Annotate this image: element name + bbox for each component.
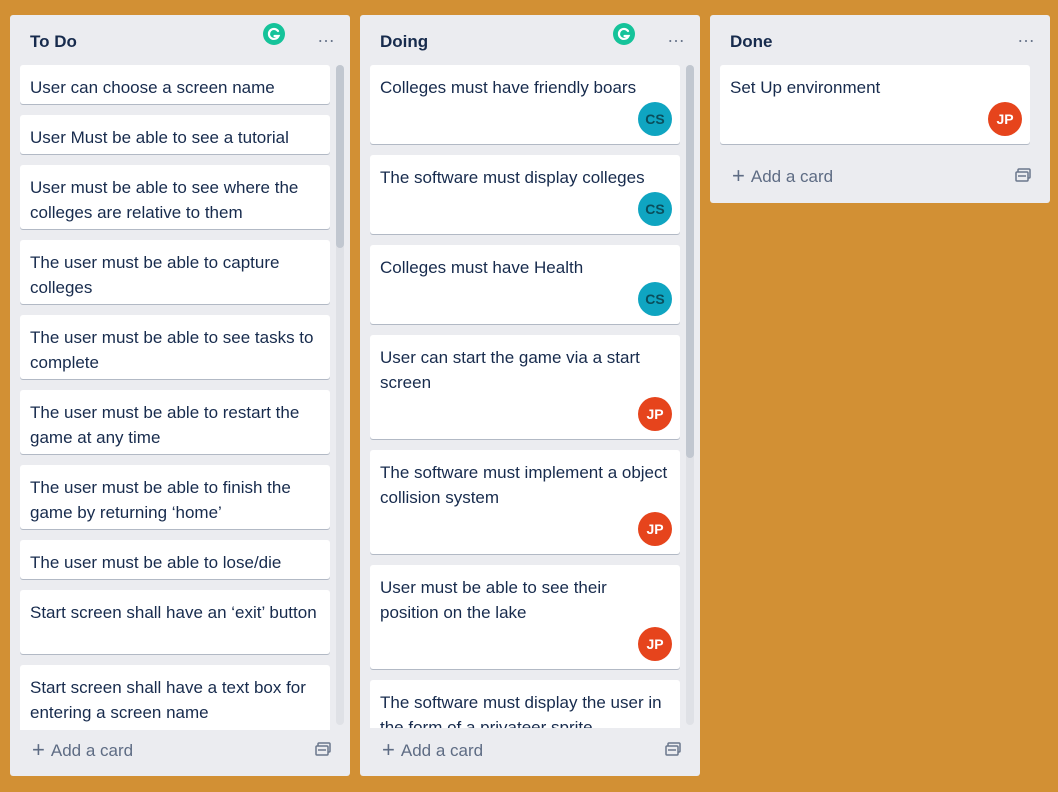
card[interactable]: User must be able to see their position … — [370, 565, 680, 669]
card-title: Colleges must have Health — [380, 258, 584, 277]
scrollbar-thumb[interactable] — [686, 65, 694, 458]
card-title: Colleges must have friendly boars — [380, 78, 637, 97]
card-title: The user must be able to lose/die — [30, 553, 282, 572]
card[interactable]: Start screen shall have an ‘exit’ button — [20, 590, 330, 654]
card-list: Colleges must have friendly boars CS The… — [370, 65, 680, 728]
list-done: Done … Set Up environment JP + Add a card — [710, 15, 1050, 203]
list-header[interactable]: Done … — [710, 15, 1050, 65]
card[interactable]: The software must display the user in th… — [370, 680, 680, 728]
more-options-icon[interactable]: … — [317, 27, 336, 45]
card[interactable]: The user must be able to finish the game… — [20, 465, 330, 529]
more-options-icon[interactable]: … — [1017, 27, 1036, 45]
card-list: Set Up environment JP — [720, 65, 1030, 147]
card-title: Start screen shall have a text box for e… — [30, 678, 306, 722]
card[interactable]: Set Up environment JP — [720, 65, 1030, 144]
card-title: The user must be able to finish the game… — [30, 478, 291, 522]
list-title[interactable]: Done — [730, 32, 773, 52]
add-card-button[interactable]: + Add a card — [382, 737, 483, 763]
card[interactable]: The user must be able to restart the gam… — [20, 390, 330, 454]
avatar[interactable]: JP — [638, 397, 672, 431]
card[interactable]: Colleges must have friendly boars CS — [370, 65, 680, 144]
plus-icon: + — [32, 737, 45, 762]
list-doing: Doing … Colleges must have friendly boar… — [360, 15, 700, 776]
add-card-label: Add a card — [750, 167, 834, 186]
card[interactable]: Start screen shall have a text box for e… — [20, 665, 330, 730]
list-header[interactable]: Doing … — [360, 15, 700, 65]
avatar[interactable]: JP — [638, 512, 672, 546]
plus-icon: + — [732, 163, 745, 188]
add-card-label: Add a card — [400, 741, 484, 760]
card-template-icon[interactable] — [665, 742, 681, 756]
avatar[interactable]: CS — [638, 102, 672, 136]
card[interactable]: User can choose a screen name — [20, 65, 330, 104]
card[interactable]: The software must display colleges CS — [370, 155, 680, 234]
card[interactable]: Colleges must have Health CS — [370, 245, 680, 324]
list-header[interactable]: To Do … — [10, 15, 350, 65]
card[interactable]: User must be able to see where the colle… — [20, 165, 330, 229]
add-card-button[interactable]: + Add a card — [732, 163, 833, 189]
add-card-button[interactable]: + Add a card — [32, 737, 133, 763]
card-title: The user must be able to see tasks to co… — [30, 328, 314, 372]
card-template-icon[interactable] — [1015, 168, 1031, 182]
card-title: The software must display the user in th… — [380, 693, 662, 728]
scrollbar[interactable] — [686, 65, 694, 725]
avatar[interactable]: CS — [638, 282, 672, 316]
card[interactable]: User Must be able to see a tutorial — [20, 115, 330, 154]
avatar[interactable]: JP — [638, 627, 672, 661]
avatar[interactable]: CS — [638, 192, 672, 226]
grammarly-icon[interactable] — [613, 23, 635, 45]
card-title: The software must implement a object col… — [380, 463, 668, 507]
list-title[interactable]: Doing — [380, 32, 428, 52]
scrollbar[interactable] — [336, 65, 344, 725]
card-title: User can start the game via a start scre… — [380, 348, 640, 392]
plus-icon: + — [382, 737, 395, 762]
card-title: Start screen shall have an ‘exit’ button — [30, 603, 317, 622]
card-title: Set Up environment — [730, 78, 881, 97]
scrollbar-thumb[interactable] — [336, 65, 344, 248]
card-title: User can choose a screen name — [30, 78, 275, 97]
more-options-icon[interactable]: … — [667, 27, 686, 45]
card-title: User Must be able to see a tutorial — [30, 128, 289, 147]
card-list: User can choose a screen name User Must … — [20, 65, 330, 730]
card[interactable]: The user must be able to see tasks to co… — [20, 315, 330, 379]
card-title: User must be able to see where the colle… — [30, 178, 299, 222]
card-title: The user must be able to capture college… — [30, 253, 280, 297]
card[interactable]: The software must implement a object col… — [370, 450, 680, 554]
list-to-do: To Do … User can choose a screen name Us… — [10, 15, 350, 776]
list-title[interactable]: To Do — [30, 32, 77, 52]
grammarly-icon[interactable] — [263, 23, 285, 45]
card-title: The user must be able to restart the gam… — [30, 403, 300, 447]
add-card-label: Add a card — [50, 741, 134, 760]
card[interactable]: User can start the game via a start scre… — [370, 335, 680, 439]
card-title: User must be able to see their position … — [380, 578, 607, 622]
card[interactable]: The user must be able to capture college… — [20, 240, 330, 304]
card[interactable]: The user must be able to lose/die — [20, 540, 330, 579]
card-template-icon[interactable] — [315, 742, 331, 756]
avatar[interactable]: JP — [988, 102, 1022, 136]
card-title: The software must display colleges — [380, 168, 645, 187]
